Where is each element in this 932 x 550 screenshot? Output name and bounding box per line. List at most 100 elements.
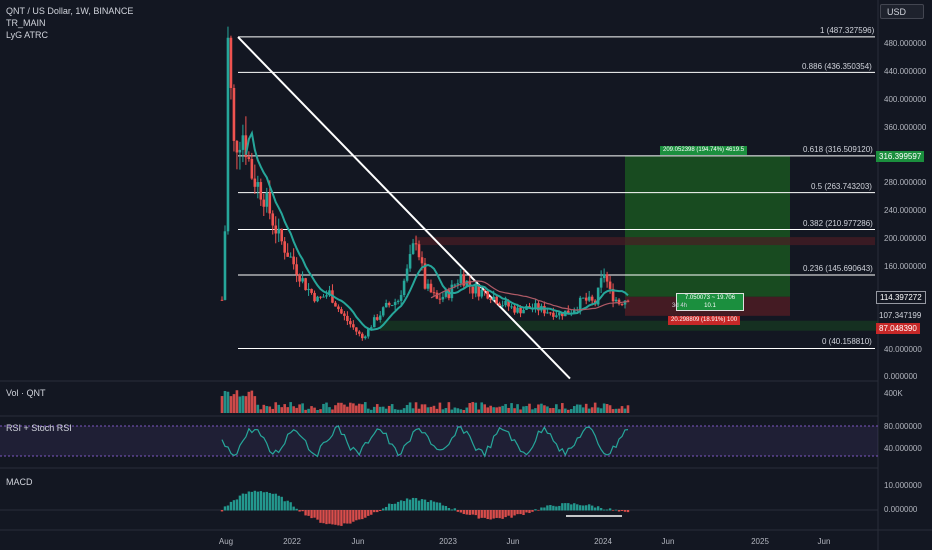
candle-body	[280, 228, 284, 242]
volume-bar	[611, 409, 615, 413]
macd-histogram-bar	[462, 510, 466, 515]
macd-histogram-bar	[531, 510, 534, 512]
macd-histogram-bar	[456, 510, 460, 512]
y-tick: 240.000000	[884, 206, 927, 215]
volume-bar	[328, 407, 331, 413]
rsi-pane-label[interactable]: RSI + Stoch RSI	[6, 423, 72, 433]
macd-histogram-bar	[459, 510, 463, 513]
candle-body	[477, 285, 481, 297]
volume-bar	[241, 395, 245, 413]
candle-body	[578, 297, 582, 310]
volume-bar	[358, 403, 361, 413]
macd-histogram-bar	[483, 510, 486, 518]
candle-body	[459, 274, 463, 284]
candle-body	[393, 302, 397, 306]
macd-pane-label[interactable]: MACD	[6, 477, 33, 487]
price-tag-stop: 87.048390	[876, 323, 920, 334]
macd-histogram-bar	[561, 503, 564, 511]
candle-body	[584, 297, 588, 301]
volume-bar	[289, 402, 292, 413]
volume-bar	[286, 407, 289, 413]
candle-body	[405, 268, 409, 281]
candle-body	[313, 292, 316, 302]
macd-histogram-bar	[465, 510, 468, 515]
volume-bar	[331, 409, 334, 413]
volume-bar	[399, 409, 403, 413]
macd-histogram-bar	[519, 510, 522, 515]
macd-histogram-bar	[229, 501, 233, 511]
volume-bar	[253, 396, 257, 413]
volume-bar	[280, 407, 284, 413]
currency-button[interactable]: USD	[880, 4, 924, 19]
price-tag-current: 114.397272	[876, 291, 926, 304]
candle-body	[549, 312, 552, 314]
profit-zone	[625, 155, 790, 297]
candle-body	[420, 257, 424, 264]
candle-body	[277, 228, 281, 234]
candle-body	[498, 303, 501, 306]
candle-body	[298, 274, 301, 282]
macd-histogram-bar	[423, 499, 427, 511]
volume-bar	[435, 408, 439, 413]
macd-histogram-bar	[438, 502, 442, 511]
volume-bar	[501, 405, 504, 413]
macd-histogram-bar	[292, 506, 295, 511]
indicator-lyg-atrc[interactable]: LyG ATRC	[6, 30, 48, 40]
candle-body	[558, 312, 561, 316]
candle-body	[483, 289, 487, 292]
candle-body	[325, 295, 328, 297]
macd-histogram-bar	[382, 508, 385, 511]
macd-histogram-bar	[304, 510, 307, 516]
volume-bar	[316, 409, 319, 413]
volume-bar	[572, 406, 576, 413]
x-tick: Jun	[817, 537, 831, 546]
volume-bar	[462, 409, 466, 413]
volume-bar	[459, 409, 463, 413]
macd-histogram-bar	[387, 503, 391, 511]
volume-bar	[334, 405, 337, 413]
macd-histogram-bar	[429, 500, 433, 511]
macd-histogram-bar	[495, 510, 498, 518]
macd-histogram-bar	[262, 492, 265, 511]
candle-body	[402, 280, 406, 296]
macd-histogram-bar	[364, 510, 367, 518]
macd-histogram-bar	[402, 501, 406, 511]
candle-body	[310, 288, 313, 293]
volume-bar	[584, 403, 588, 413]
macd-histogram-bar	[325, 510, 328, 525]
macd-histogram-bar	[617, 510, 621, 512]
volume-bar	[381, 406, 385, 413]
volume-bar	[516, 404, 519, 413]
volume-bar	[259, 409, 263, 413]
fib-label-0886: 0.886 (436.350354)	[802, 62, 872, 71]
macd-histogram-bar	[379, 510, 382, 511]
macd-histogram-bar	[283, 501, 286, 511]
macd-histogram-bar	[289, 502, 292, 511]
indicator-tr-main[interactable]: TR_MAIN	[6, 18, 46, 28]
volume-bar	[456, 408, 460, 413]
macd-histogram-bar	[593, 507, 597, 511]
candle-body	[232, 87, 236, 141]
price-tag-current-sub: 107.347199	[879, 311, 922, 320]
macd-histogram-bar	[411, 497, 415, 511]
volume-pane-label[interactable]: Vol · QNT	[6, 388, 46, 398]
y-tick: 280.000000	[884, 178, 927, 187]
macd-histogram-bar	[253, 490, 257, 511]
price-chart[interactable]	[0, 0, 932, 550]
y-tick: 160.000000	[884, 262, 927, 271]
macd-histogram-bar	[268, 492, 271, 511]
candle-body	[450, 284, 454, 299]
macd-histogram-bar	[590, 505, 594, 511]
macd-histogram-bar	[295, 508, 298, 511]
candle-body	[471, 286, 475, 294]
macd-histogram-bar	[319, 510, 322, 523]
macd-histogram-bar	[573, 503, 576, 511]
volume-bar	[537, 404, 540, 413]
macd-histogram-bar	[585, 505, 588, 511]
candle-body	[519, 307, 522, 314]
support-zone	[380, 320, 878, 331]
macd-histogram-bar	[552, 505, 555, 511]
volume-bar	[471, 402, 475, 413]
macd-histogram-bar	[376, 510, 379, 513]
volume-bar	[274, 402, 278, 413]
